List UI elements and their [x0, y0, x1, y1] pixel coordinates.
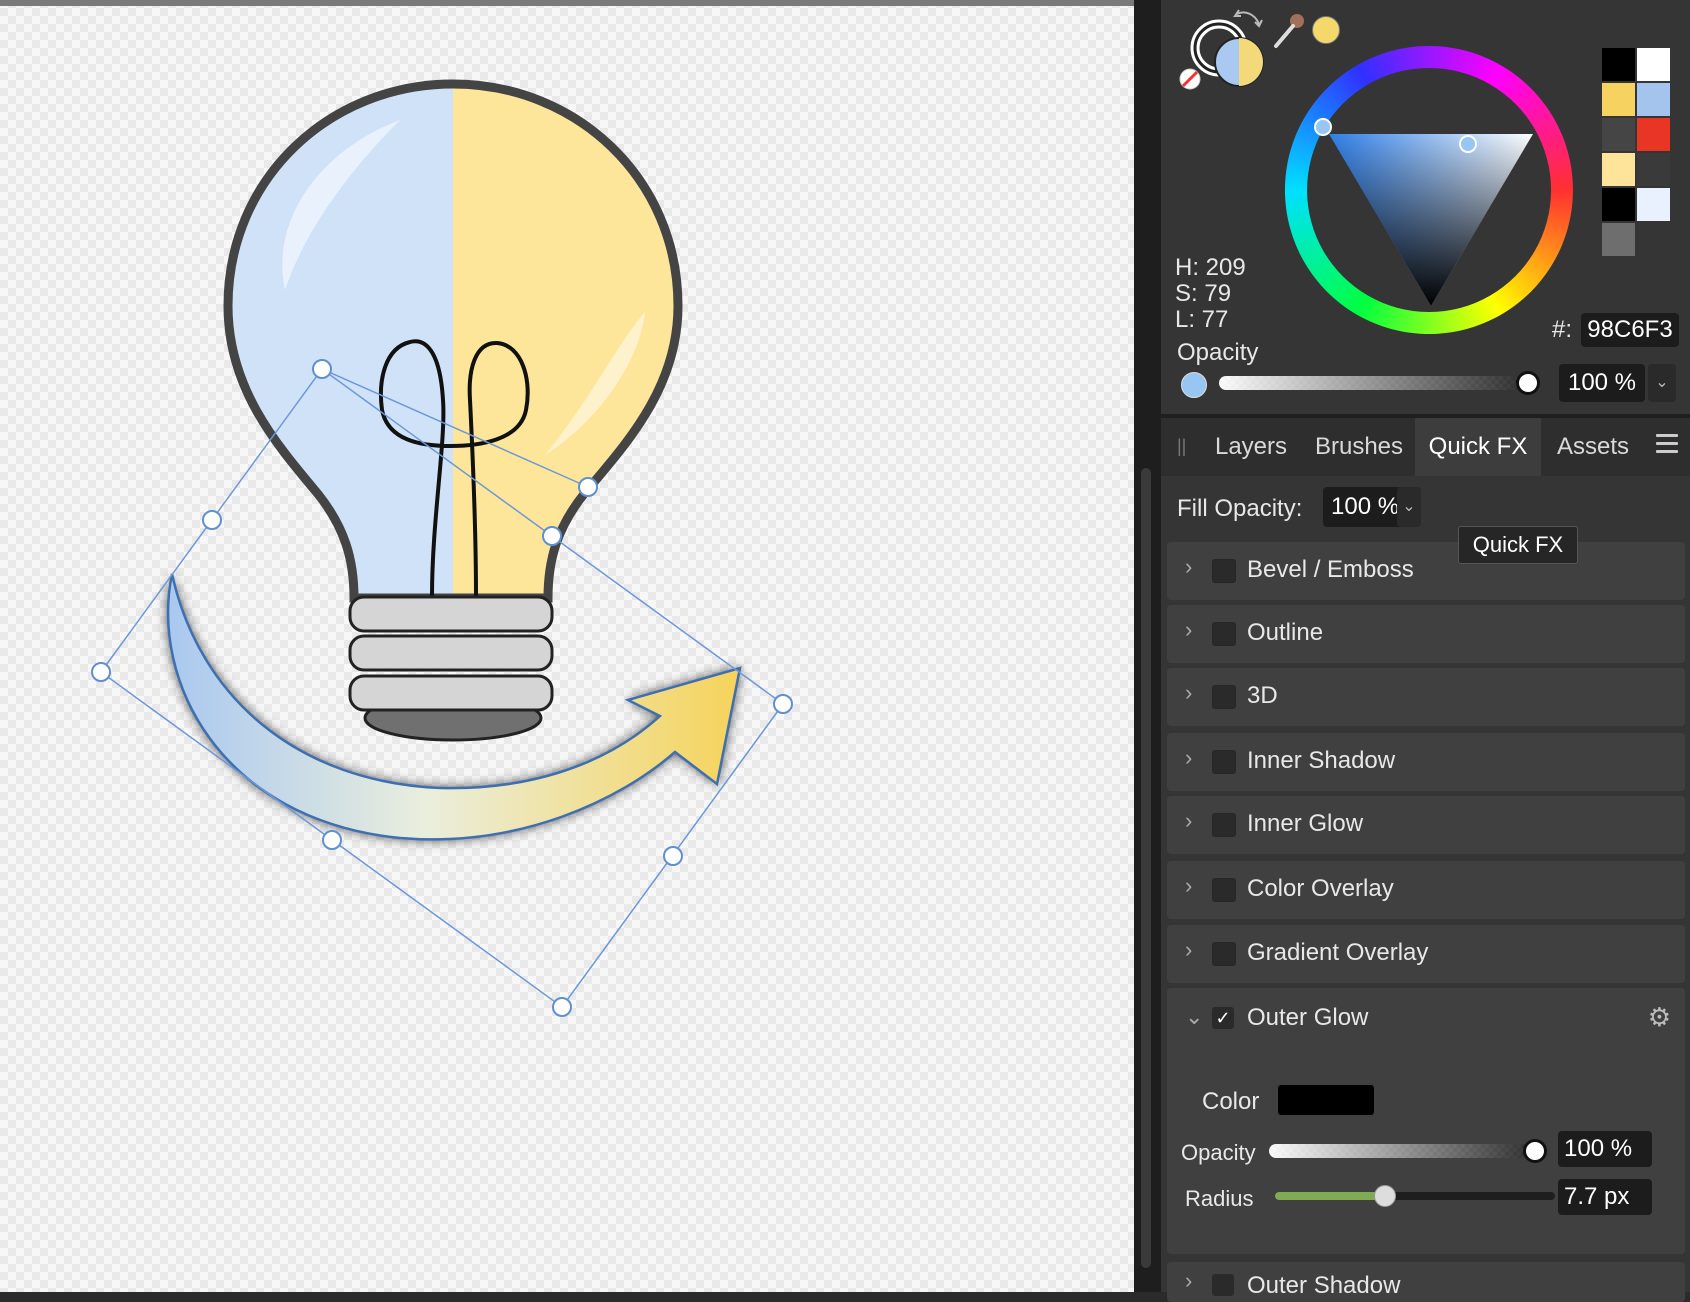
fx-row-outer-shadow[interactable]: › Outer Shadow: [1167, 1262, 1685, 1302]
document-canvas[interactable]: [0, 0, 1134, 1292]
opacity-input[interactable]: 100 %: [1559, 364, 1645, 402]
tab-quick-fx[interactable]: Quick FX: [1415, 418, 1541, 476]
rotation-handle[interactable]: [578, 477, 598, 497]
fx-label: Inner Glow: [1247, 810, 1364, 837]
hex-input[interactable]: 98C6F3: [1581, 313, 1679, 347]
panel-grip-icon[interactable]: ||: [1177, 436, 1186, 457]
handle-top-left-mid[interactable]: [202, 510, 222, 530]
opacity-slider-knob[interactable]: [1516, 371, 1540, 395]
outer-glow-radius-label: Radius: [1185, 1186, 1254, 1211]
chevron-down-icon[interactable]: ⌄: [1185, 1004, 1203, 1030]
tab-brushes[interactable]: Brushes: [1303, 418, 1415, 476]
saturation-readout: S: 79: [1175, 280, 1232, 307]
fx-row-outer-glow[interactable]: ⌄ ✓ Outer Glow ⚙ Color Opacity 100 % Rad…: [1167, 988, 1685, 1254]
fx-row-bevel-emboss[interactable]: › Bevel / Emboss: [1167, 542, 1685, 600]
fx-row-outline[interactable]: › Outline: [1167, 605, 1685, 663]
radius-slider-fill: [1275, 1192, 1385, 1200]
fx-label: Outer Shadow: [1247, 1272, 1401, 1299]
fx-label: Gradient Overlay: [1247, 939, 1429, 966]
opacity-label: Opacity: [1177, 339, 1259, 366]
outer-glow-opacity-knob[interactable]: [1523, 1139, 1547, 1163]
checkbox[interactable]: [1212, 622, 1236, 646]
handle-top-right-mid[interactable]: [542, 526, 562, 546]
checkbox[interactable]: [1212, 942, 1236, 966]
handle-bottom-right-mid[interactable]: [663, 846, 683, 866]
swap-colors-icon[interactable]: [1231, 6, 1265, 36]
panel-menu-icon[interactable]: [1656, 434, 1678, 458]
swatch[interactable]: [1602, 83, 1635, 116]
swatch[interactable]: [1602, 48, 1635, 81]
tooltip: Quick FX: [1458, 526, 1578, 564]
hex-label: #:: [1552, 316, 1573, 343]
outer-glow-color-label: Color: [1202, 1088, 1260, 1115]
bulb-glass: [228, 84, 678, 598]
outer-glow-radius-input[interactable]: 7.7 px: [1558, 1179, 1652, 1215]
fx-label: Outer Glow: [1247, 1004, 1369, 1031]
chevron-right-icon[interactable]: ›: [1185, 617, 1192, 643]
handle-top[interactable]: [312, 359, 332, 379]
checkbox[interactable]: [1212, 685, 1236, 709]
fill-opacity-dropdown[interactable]: ⌄: [1397, 487, 1421, 527]
tab-bar: || Layers Brushes Quick FX Assets: [1161, 418, 1690, 476]
fx-row-color-overlay[interactable]: › Color Overlay: [1167, 861, 1685, 919]
fx-row-inner-shadow[interactable]: › Inner Shadow: [1167, 733, 1685, 791]
gear-icon[interactable]: ⚙: [1648, 1002, 1671, 1033]
swatch[interactable]: [1602, 118, 1635, 151]
chevron-right-icon[interactable]: ›: [1185, 680, 1192, 706]
fx-row-inner-glow[interactable]: › Inner Glow: [1167, 796, 1685, 854]
outer-glow-opacity-slider[interactable]: [1269, 1144, 1529, 1158]
handle-bottom[interactable]: [552, 997, 572, 1017]
vertical-scrollbar[interactable]: [1141, 468, 1151, 1268]
current-color-dot: [1181, 372, 1207, 398]
outer-glow-opacity-label: Opacity: [1181, 1140, 1256, 1165]
outer-glow-opacity-input[interactable]: 100 %: [1558, 1131, 1652, 1167]
radius-slider-knob[interactable]: [1374, 1185, 1397, 1207]
handle-left[interactable]: [91, 662, 111, 682]
chevron-right-icon[interactable]: ›: [1185, 808, 1192, 834]
chevron-right-icon[interactable]: ›: [1185, 873, 1192, 899]
right-panel: H: 209 S: 79 L: 77 #: 98C6F3 Opacity 100…: [1161, 0, 1690, 1302]
checkbox[interactable]: [1212, 813, 1236, 837]
checkbox[interactable]: [1212, 1274, 1234, 1296]
swatch[interactable]: [1602, 223, 1635, 256]
color-panel: H: 209 S: 79 L: 77 #: 98C6F3 Opacity 100…: [1161, 0, 1690, 414]
handle-bottom-left-mid[interactable]: [322, 830, 342, 850]
checkbox[interactable]: [1212, 878, 1236, 902]
opacity-slider[interactable]: [1219, 376, 1519, 390]
handle-right[interactable]: [773, 694, 793, 714]
opacity-dropdown[interactable]: ⌄: [1648, 364, 1676, 402]
checkbox[interactable]: [1212, 750, 1236, 774]
fx-row-gradient-overlay[interactable]: › Gradient Overlay: [1167, 925, 1685, 983]
chevron-right-icon[interactable]: ›: [1185, 745, 1192, 771]
artwork[interactable]: [0, 0, 1134, 1292]
color-wheel[interactable]: [1281, 42, 1577, 338]
fill-opacity-label: Fill Opacity:: [1177, 495, 1303, 522]
checkbox-checked[interactable]: ✓: [1212, 1007, 1234, 1029]
chevron-right-icon[interactable]: ›: [1185, 1268, 1192, 1294]
chevron-right-icon[interactable]: ›: [1185, 554, 1192, 580]
swatch[interactable]: [1637, 153, 1670, 186]
swatch[interactable]: [1602, 153, 1635, 186]
outer-glow-color-swatch[interactable]: [1278, 1085, 1374, 1115]
tab-assets[interactable]: Assets: [1541, 418, 1645, 476]
swatch[interactable]: [1637, 48, 1670, 81]
bulb-base: [348, 595, 554, 742]
tab-layers[interactable]: Layers: [1199, 418, 1303, 476]
hue-readout: H: 209: [1175, 254, 1246, 281]
fx-label: Color Overlay: [1247, 875, 1394, 902]
checkbox[interactable]: [1212, 559, 1236, 583]
fx-row-3d[interactable]: › 3D: [1167, 668, 1685, 726]
picked-color-swatch: [1312, 16, 1340, 44]
swatch[interactable]: [1637, 118, 1670, 151]
swatch[interactable]: [1637, 83, 1670, 116]
fx-label: Bevel / Emboss: [1247, 556, 1414, 583]
swatch[interactable]: [1637, 188, 1670, 221]
swatch[interactable]: [1602, 188, 1635, 221]
chevron-right-icon[interactable]: ›: [1185, 937, 1192, 963]
fx-label: 3D: [1247, 682, 1278, 709]
fill-opacity-input[interactable]: 100 %: [1323, 487, 1403, 527]
fx-label: Inner Shadow: [1247, 747, 1396, 774]
lightness-readout: L: 77: [1175, 306, 1229, 333]
fx-label: Outline: [1247, 619, 1324, 646]
